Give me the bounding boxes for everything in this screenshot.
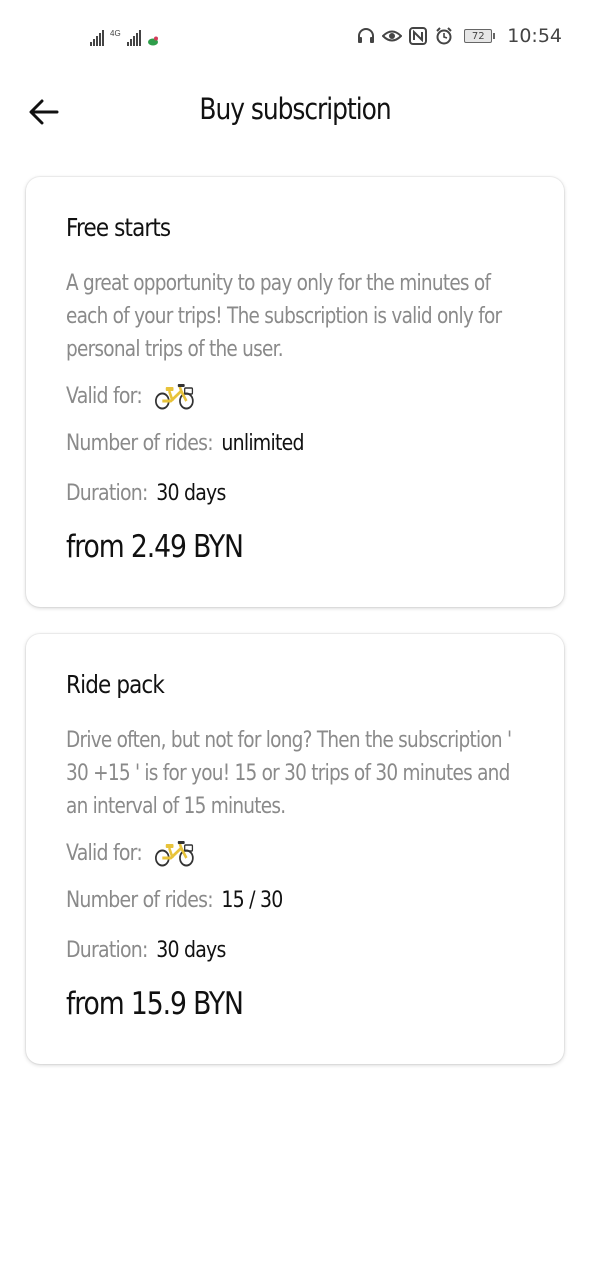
rides-row: Number of rides: 15 / 30 — [66, 888, 283, 913]
status-right: 72 10:54 — [356, 24, 562, 48]
nfc-icon — [408, 26, 428, 46]
signal-icon — [90, 30, 104, 46]
status-left: 4G — [90, 26, 159, 46]
duration-row: Duration: 30 days — [66, 938, 226, 963]
duration-value: 30 days — [156, 938, 226, 963]
card-price: from 2.49 BYN — [66, 529, 244, 565]
signal-icon — [126, 30, 141, 46]
card-title: Free starts — [66, 213, 171, 242]
rides-row: Number of rides: unlimited — [66, 431, 304, 456]
valid-for-row: Valid for: — [66, 838, 195, 868]
rides-label: Number of rides: — [66, 888, 214, 913]
subscription-card-free-starts[interactable]: Free starts A great opportunity to pay o… — [26, 177, 564, 607]
card-description: A great opportunity to pay only for the … — [66, 271, 502, 362]
card-description: Drive often, but not for long? Then the … — [66, 728, 512, 819]
duration-value: 30 days — [156, 481, 226, 506]
valid-for-label: Valid for: — [66, 840, 143, 866]
headphones-icon — [356, 26, 376, 46]
status-time: 10:54 — [507, 25, 562, 47]
valid-for-row: Valid for: — [66, 381, 195, 411]
duration-row: Duration: 30 days — [66, 481, 226, 506]
duration-label: Duration: — [66, 938, 148, 963]
card-title: Ride pack — [66, 670, 165, 699]
eye-icon — [382, 26, 403, 46]
bicycle-icon — [155, 384, 194, 410]
app-header: Buy subscription — [0, 74, 590, 150]
bicycle-icon — [155, 841, 194, 867]
rides-label: Number of rides: — [66, 431, 214, 456]
battery-icon: 72 — [464, 29, 496, 43]
rides-value: 15 / 30 — [221, 888, 283, 913]
status-bar: 4G 72 10:54 — [0, 0, 590, 74]
valid-for-label: Valid for: — [66, 383, 143, 409]
subscription-card-ride-pack[interactable]: Ride pack Drive often, but not for long?… — [26, 634, 564, 1064]
page-title: Buy subscription — [199, 92, 391, 126]
rides-value: unlimited — [221, 431, 304, 456]
network-label: 4G — [110, 29, 121, 38]
leaf-icon — [147, 36, 158, 46]
battery-level: 72 — [464, 29, 493, 43]
card-price: from 15.9 BYN — [66, 986, 244, 1022]
alarm-icon — [434, 26, 454, 46]
duration-label: Duration: — [66, 481, 148, 506]
